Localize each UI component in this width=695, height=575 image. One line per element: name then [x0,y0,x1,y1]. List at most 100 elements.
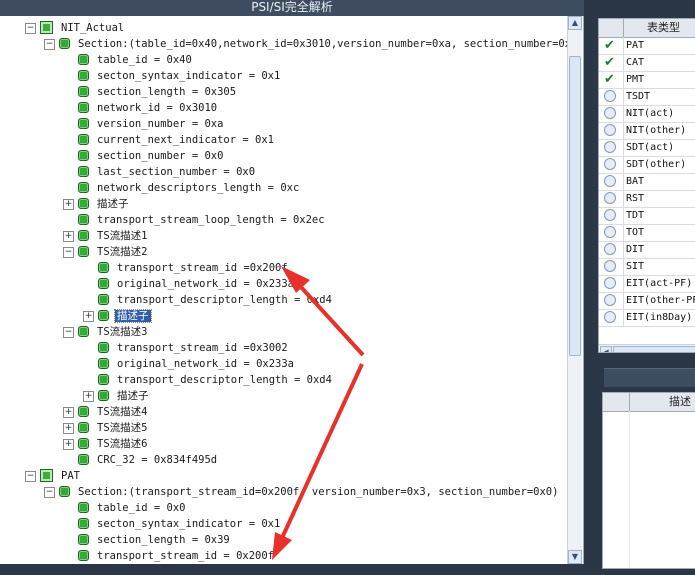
table-type-row[interactable]: BAT [599,173,695,191]
tree-node[interactable]: transport_descriptor_length = 0xd4 [98,372,334,388]
expand-icon[interactable]: + [63,231,74,242]
table-horizontal-scrollbar[interactable]: ◀ [599,344,695,352]
table-type-row[interactable]: ✔ CAT [599,54,695,72]
table-type-row[interactable]: EIT(other-PF) [599,292,695,310]
gear-icon [78,53,89,65]
description-table[interactable]: 描述 [602,392,695,569]
tree-node[interactable]: + TS流描述6 [63,436,149,452]
collapse-icon[interactable]: − [25,23,36,34]
tree-node[interactable]: table_id = 0x40 [78,52,194,68]
expand-icon[interactable]: + [63,439,74,450]
tree-node[interactable]: section_length = 0x39 [78,532,232,548]
tree-node[interactable]: original_network_id = 0x233a [98,356,296,372]
tree-node[interactable]: + 描述子 [83,388,151,404]
gear-icon [78,133,89,145]
tree-node[interactable]: section_length = 0x305 [78,84,238,100]
tree-node[interactable]: secton_syntax_indicator = 0x1 [78,68,282,84]
table-type-header: 表类型 [599,19,695,38]
collapse-icon[interactable]: − [25,471,36,482]
tree-node[interactable]: + TS流描述5 [63,420,149,436]
tree-node[interactable]: + 描述子 [83,308,152,324]
tree-node[interactable]: + TS流描述1 [63,228,149,244]
tree-node[interactable]: − TS流描述3 [63,324,149,340]
table-type-row[interactable]: RST [599,190,695,208]
gear-icon [98,389,109,401]
scroll-up-icon[interactable]: ▲ [568,16,582,30]
tree-node-label: table_id = 0x40 [97,54,192,66]
table-type-row[interactable]: EIT(act-PF) [599,275,695,293]
checkmark-icon: ✔ [604,72,615,87]
table-type-row[interactable]: EIT(in8Day) [599,309,695,327]
tree-node[interactable]: transport_stream_loop_length = 0x2ec [78,212,327,228]
expand-icon[interactable]: + [83,311,94,322]
tree-node[interactable]: network_descriptors_length = 0xc [78,180,301,196]
tree-node[interactable]: − Section:(table_id=0x40,network_id=0x301… [44,36,583,52]
tree-node[interactable]: transport_stream_id = 0x200f [78,548,276,564]
table-type-row[interactable]: TDT [599,207,695,225]
tree-node[interactable]: CRC_32 = 0x834f495d [78,452,219,468]
table-type-row[interactable]: NIT(other) [599,122,695,140]
collapse-icon[interactable]: − [44,487,55,498]
table-type-row[interactable]: SIT [599,258,695,276]
tree-node[interactable]: original_network_id = 0x233a [98,276,296,292]
empty-circle-icon [604,90,616,102]
table-type-row[interactable]: DIT [599,241,695,259]
psi-si-tree[interactable]: − NIT_Actual − Section:(table_id=0x40,netwo… [0,16,584,564]
tree-node[interactable]: + TS流描述4 [63,404,149,420]
tree-node[interactable]: secton_syntax_indicator = 0x1 [78,516,282,532]
gear-icon [78,405,89,417]
collapse-icon[interactable]: − [63,327,74,338]
table-type-label: SDT(other) [626,159,687,170]
tree-node[interactable]: network_id = 0x3010 [78,100,219,116]
scroll-thumb[interactable] [569,56,581,356]
tree-node[interactable]: version_number = 0xa [78,116,225,132]
table-type-label: TDT [626,210,645,221]
expand-icon[interactable]: + [63,407,74,418]
tree-node-label: 描述子 [97,198,129,210]
tree-node[interactable]: last_section_number = 0x0 [78,164,257,180]
table-type-row[interactable]: SDT(other) [599,156,695,174]
table-type-label: BAT [626,176,645,187]
gear-icon [78,533,89,545]
scroll-down-icon[interactable]: ▼ [568,550,582,564]
bottom-frame [0,564,584,575]
tree-node[interactable]: − PAT [25,468,82,484]
expand-icon[interactable]: + [63,199,74,210]
empty-circle-icon [604,124,616,136]
tree-node[interactable]: − NIT_Actual [25,20,126,36]
collapse-icon[interactable]: − [63,247,74,258]
tree-node-label: Section:(transport_stream_id=0x200f, ver… [78,486,559,498]
table-type-row[interactable]: SDT(act) [599,139,695,157]
tree-node[interactable]: − Section:(transport_stream_id=0x200f, ve… [44,484,560,500]
tree-node[interactable]: + 描述子 [63,196,131,212]
table-type-row[interactable]: TOT [599,224,695,242]
table-type-label: PAT [626,40,645,51]
table-type-list[interactable]: 表类型 ✔ PAT ✔ CAT ✔ PMT TSDT NIT(act) NIT(other) SD… [598,18,695,353]
scroll-thumb[interactable] [613,346,695,352]
tree-node[interactable]: table_id = 0x0 [78,500,188,516]
tree-node[interactable]: section_number = 0x0 [78,148,225,164]
table-type-row[interactable]: ✔ PMT [599,71,695,89]
collapse-icon[interactable]: − [44,39,55,50]
gear-icon [78,85,89,97]
tree-vertical-scrollbar[interactable]: ▲ ▼ [567,16,582,564]
table-type-row[interactable]: TSDT [599,88,695,106]
panel-title: PSI/SI完全解析 [0,0,584,17]
gear-icon [78,165,89,177]
tree-node[interactable]: transport_stream_id =0x200f [98,260,290,276]
empty-circle-icon [604,260,616,272]
gear-icon [78,517,89,529]
expand-icon[interactable]: + [63,423,74,434]
tree-node[interactable]: transport_stream_id =0x3002 [98,340,290,356]
gear-icon [98,309,109,321]
empty-circle-icon [604,175,616,187]
expand-icon[interactable]: + [83,391,94,402]
table-type-row[interactable]: ✔ PAT [599,37,695,55]
table-type-row[interactable]: NIT(act) [599,105,695,123]
tree-node[interactable]: − TS流描述2 [63,244,149,260]
scroll-left-icon[interactable]: ◀ [600,346,612,352]
tree-node[interactable]: transport_descriptor_length = 0xd4 [98,292,334,308]
tree-node[interactable]: current_next_indicator = 0x1 [78,132,276,148]
tree-panel: PSI/SI完全解析 − NIT_Actual − Section:(table_id… [0,0,584,575]
tree-node-label: network_id = 0x3010 [97,102,218,114]
